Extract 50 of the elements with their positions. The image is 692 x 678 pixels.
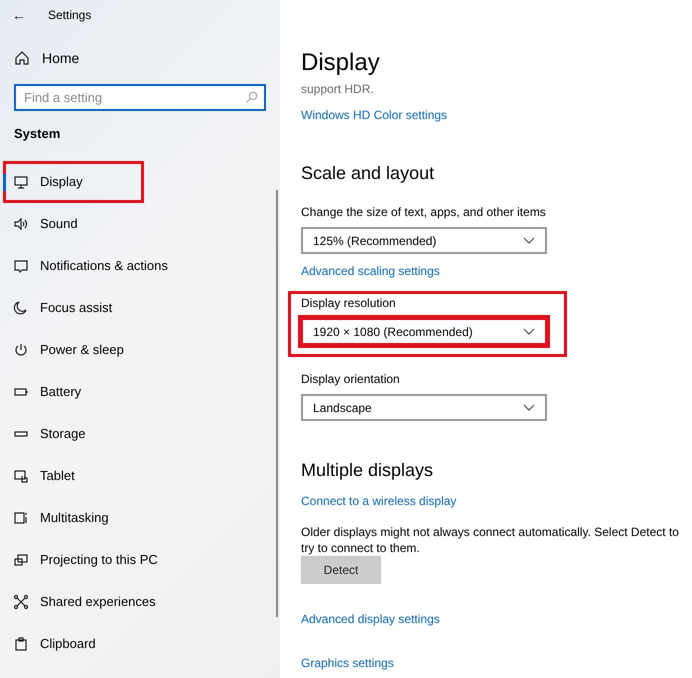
section-heading: Scale and layout [301, 162, 436, 185]
search-field[interactable]: Find a setting [14, 84, 266, 111]
sidebar-item[interactable]: Clipboard [0, 623, 280, 665]
projecting-icon [13, 552, 29, 568]
monitor-icon [13, 174, 29, 190]
field-label: Display resolution [301, 295, 397, 312]
sidebar-item[interactable]: Multitasking [0, 497, 280, 539]
sidebar-item[interactable]: Display [3, 161, 144, 203]
sidebar-item[interactable]: Focus assist [0, 287, 280, 329]
power-icon [13, 342, 29, 358]
moon-icon [13, 300, 29, 316]
tablet-icon [13, 468, 29, 484]
page-title: Display [301, 48, 381, 78]
field-label: Change the size of text, apps, and other items [301, 204, 547, 221]
home-nav-item[interactable]: Home [0, 30, 280, 72]
search-icon [245, 91, 258, 104]
shared-icon [13, 594, 29, 610]
settings-link[interactable]: Advanced display settings [301, 610, 440, 628]
dropdown[interactable]: Landscape [301, 394, 547, 421]
sidebar-item[interactable]: Storage [0, 413, 280, 455]
section-heading: Multiple displays [301, 459, 434, 482]
description-text: support HDR. [301, 81, 375, 98]
sidebar-item[interactable]: Projecting to this PC [0, 539, 280, 581]
section-heading: System [13, 125, 62, 143]
field-label: Display orientation [301, 371, 401, 388]
chevron-down-icon [523, 328, 535, 336]
sidebar-item[interactable]: Notifications & actions [0, 245, 280, 287]
sidebar-item[interactable]: Tablet [0, 455, 280, 497]
settings-link[interactable]: Connect to a wireless display [301, 492, 456, 510]
speaker-icon [13, 216, 29, 232]
chevron-down-icon [523, 404, 535, 412]
settings-link[interactable]: Windows HD Color settings [301, 106, 448, 124]
settings-link[interactable]: Advanced scaling settings [301, 262, 440, 280]
sidebar-item[interactable]: Battery [0, 371, 280, 413]
multitasking-icon [13, 510, 29, 526]
home-icon [14, 50, 30, 66]
dropdown[interactable]: 125% (Recommended) [301, 227, 547, 254]
description-text: Older displays might not always connect automatically. Select Detect to try to connect to them. [301, 524, 680, 556]
chevron-down-icon [523, 236, 535, 244]
clipboard-icon [13, 636, 29, 652]
sidebar-item[interactable]: Power & sleep [0, 329, 280, 371]
sidebar-item[interactable]: Sound [0, 203, 280, 245]
dropdown[interactable]: 1920 × 1080 (Recommended) [301, 318, 547, 345]
back-button[interactable]: ← [12, 4, 26, 26]
sidebar-item[interactable]: Shared experiences [0, 581, 280, 623]
speech-bubble-icon [13, 258, 29, 274]
window-title: Settings [48, 7, 92, 24]
detect-button[interactable]: Detect [301, 556, 381, 584]
settings-link[interactable]: Graphics settings [301, 654, 394, 672]
scrollbar[interactable] [276, 190, 278, 617]
